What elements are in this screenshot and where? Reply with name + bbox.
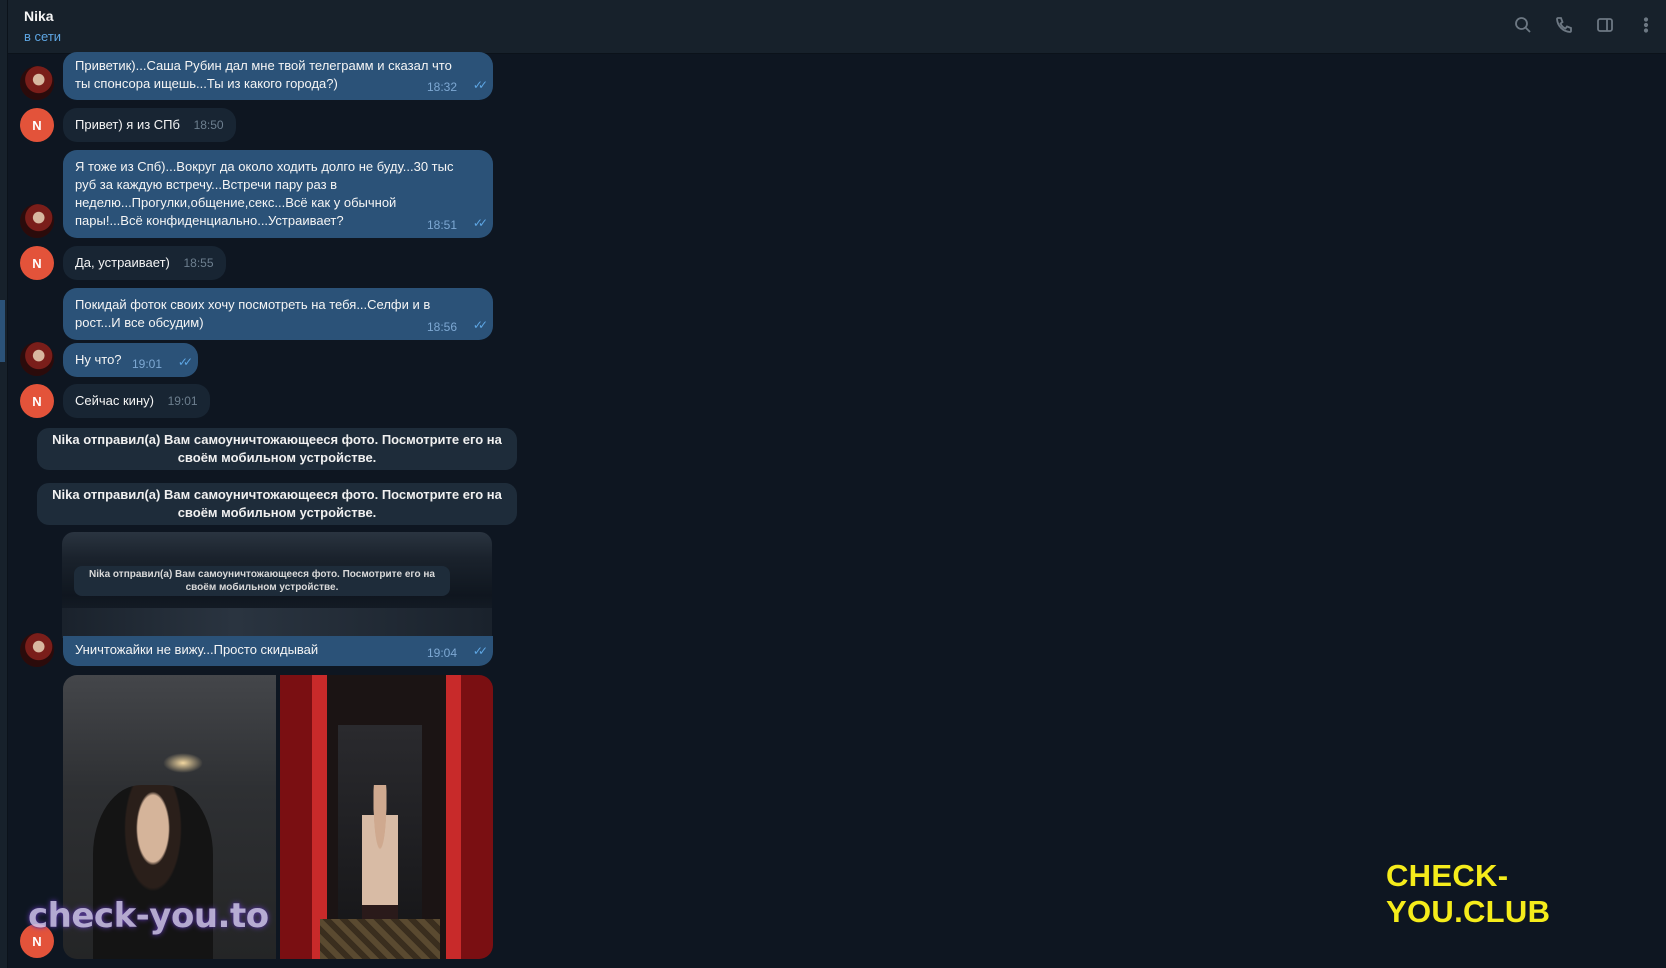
full-length-photo[interactable] — [280, 675, 493, 959]
message-text: Привет) я из СПб — [75, 117, 180, 132]
contact-status: в сети — [24, 29, 62, 44]
double-check-icon: ✓✓ — [472, 644, 488, 658]
phone-icon[interactable] — [1553, 14, 1574, 35]
message-text: Ну что? — [75, 352, 122, 367]
my-avatar[interactable] — [20, 204, 54, 238]
message-text: Уничтожайки не вижу...Просто скидывай — [75, 642, 319, 657]
message-bubble-incoming[interactable]: Да, устраивает) 18:55 — [63, 246, 226, 280]
message-time: 18:56 — [426, 320, 457, 334]
double-check-icon: ✓✓ — [472, 216, 488, 230]
message-text: Приветик)...Саша Рубин дал мне твой теле… — [75, 58, 452, 91]
search-icon[interactable] — [1512, 14, 1533, 35]
double-check-icon: ✓✓ — [472, 318, 488, 332]
chat-list-edge — [0, 0, 8, 968]
message-time: 18:55 — [183, 256, 214, 270]
watermark-left: check-you.to — [28, 896, 269, 936]
message-text: Да, устраивает) — [75, 255, 170, 270]
photo-lamp — [163, 753, 203, 773]
message-time: 19:04 — [426, 646, 457, 660]
message-bubble-outgoing[interactable]: Приветик)...Саша Рубин дал мне твой теле… — [63, 52, 493, 100]
contact-name[interactable]: Nika — [24, 8, 54, 24]
message-time: 19:01 — [167, 394, 198, 408]
message-time: 18:32 — [426, 80, 457, 94]
message-bubble-outgoing[interactable]: Я тоже из Спб)...Вокруг да около ходить … — [63, 150, 493, 238]
header-actions — [1512, 14, 1656, 35]
message-bubble-incoming[interactable]: Привет) я из СПб 18:50 — [63, 108, 236, 142]
active-chat-marker — [0, 300, 5, 362]
photo-floor — [320, 919, 440, 959]
forwarded-screenshot-preview[interactable]: Nika отправил(а) Вам самоуничтожающееся … — [62, 532, 492, 638]
screenshot-blur-bar — [62, 608, 492, 638]
double-check-icon: ✓✓ — [472, 78, 488, 92]
message-time: 19:01 — [131, 357, 162, 371]
message-time: 18:51 — [426, 218, 457, 232]
watermark-right: CHECK-YOU.CLUB — [1386, 858, 1551, 929]
chat-header: Nika в сети — [8, 0, 1666, 54]
message-text: Покидай фоток своих хочу посмотреть на т… — [75, 297, 431, 330]
message-time: 18:50 — [193, 118, 224, 132]
contact-avatar[interactable]: N — [20, 108, 54, 142]
screenshot-caption: Nika отправил(а) Вам самоуничтожающееся … — [74, 566, 450, 596]
message-text: Я тоже из Спб)...Вокруг да около ходить … — [75, 159, 454, 228]
contact-avatar[interactable]: N — [20, 246, 54, 280]
message-bubble-outgoing[interactable]: Ну что? 19:01 ✓✓ — [63, 343, 198, 377]
message-bubble-outgoing[interactable]: Уничтожайки не вижу...Просто скидывай 19… — [63, 636, 493, 666]
my-avatar[interactable] — [20, 633, 54, 667]
my-avatar[interactable] — [20, 66, 54, 100]
message-text: Сейчас кину) — [75, 393, 154, 408]
my-avatar[interactable] — [20, 342, 54, 376]
message-bubble-incoming[interactable]: Сейчас кину) 19:01 — [63, 384, 210, 418]
message-bubble-outgoing[interactable]: Покидай фоток своих хочу посмотреть на т… — [63, 288, 493, 340]
service-message: Nika отправил(а) Вам самоуничтожающееся … — [37, 483, 517, 525]
more-vertical-icon[interactable] — [1635, 14, 1656, 35]
sidebar-toggle-icon[interactable] — [1594, 14, 1615, 35]
photo-figure — [362, 785, 398, 935]
service-message: Nika отправил(а) Вам самоуничтожающееся … — [37, 428, 517, 470]
contact-avatar[interactable]: N — [20, 384, 54, 418]
double-check-icon: ✓✓ — [177, 355, 193, 369]
